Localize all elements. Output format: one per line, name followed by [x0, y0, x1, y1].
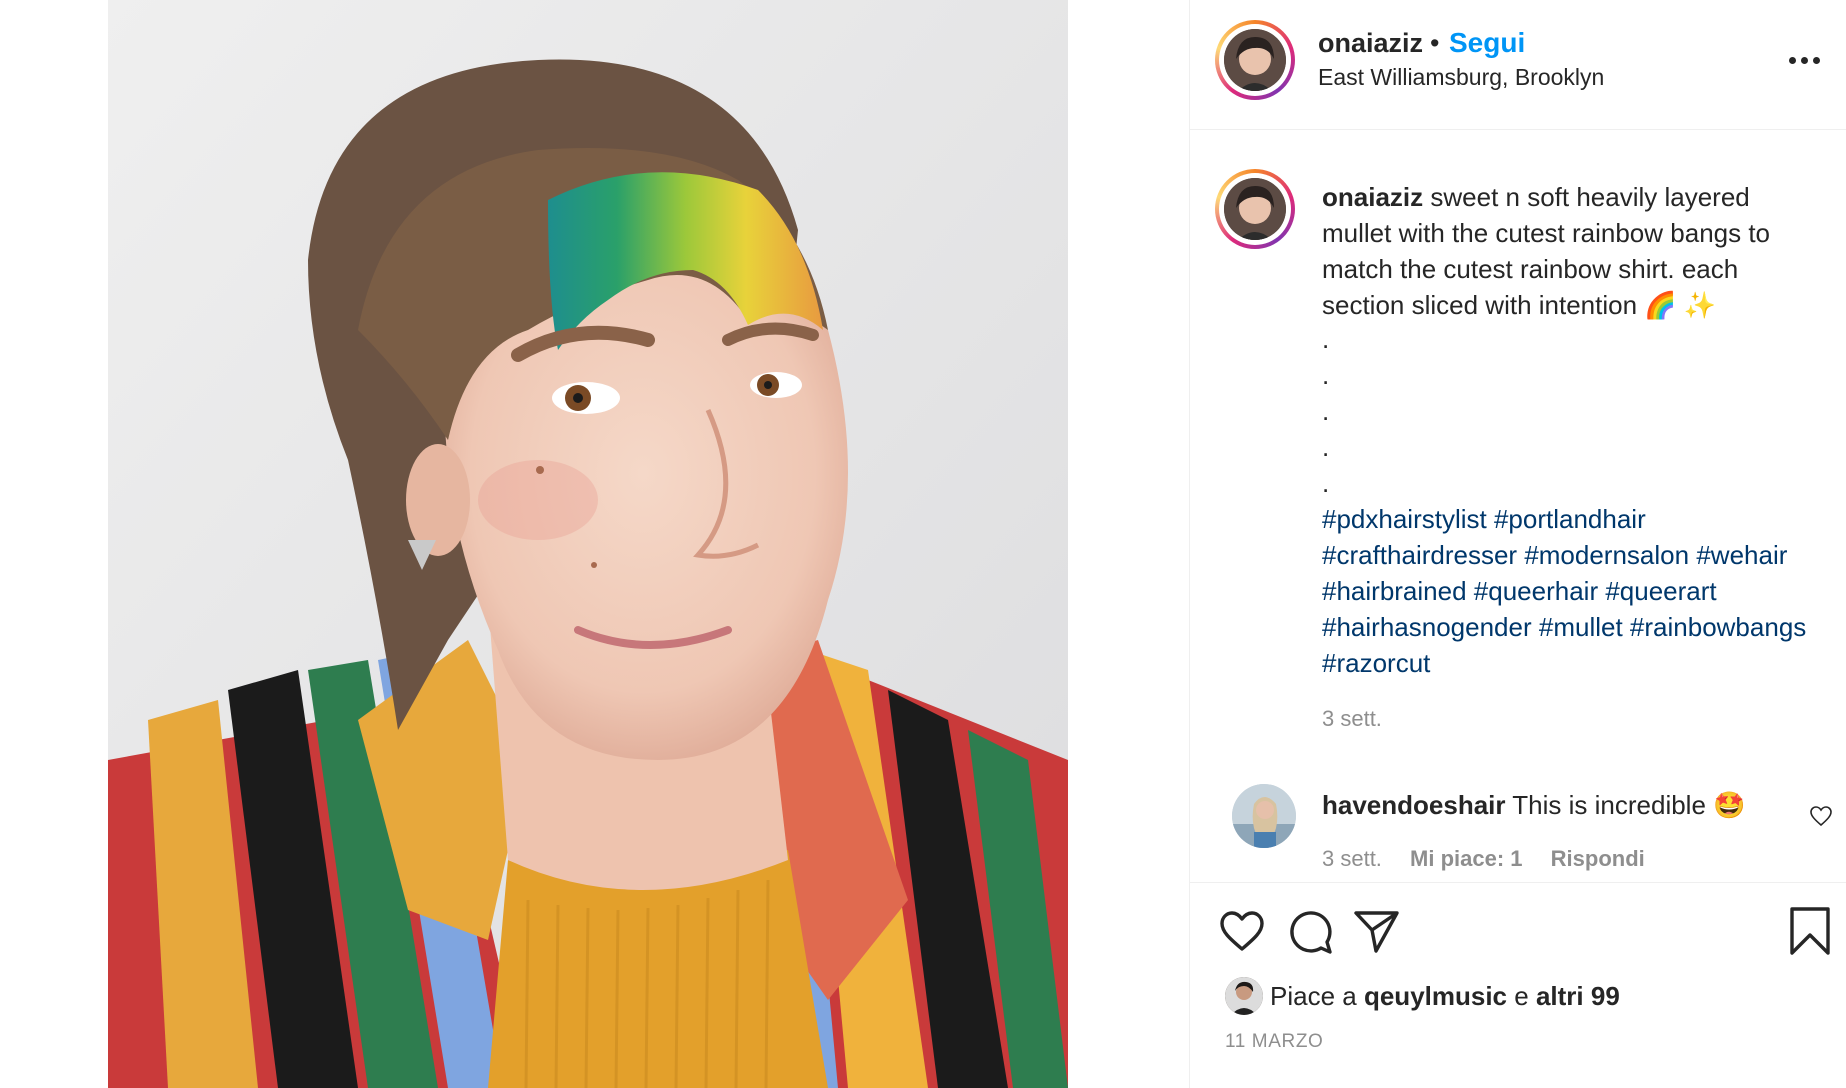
hashtag-link[interactable]: #queerart	[1605, 576, 1716, 606]
hashtag-link[interactable]: #modernsalon	[1524, 540, 1689, 570]
caption-timestamp[interactable]: 3 sett.	[1322, 706, 1382, 732]
paper-plane-icon[interactable]	[1350, 905, 1402, 957]
likes-others[interactable]: altri 99	[1536, 981, 1620, 1011]
hashtag-link[interactable]: #pdxhairstylist	[1322, 504, 1487, 534]
more-dots-icon[interactable]	[1785, 40, 1825, 80]
caption-text: onaiaziz sweet n soft heavily layered mu…	[1322, 179, 1822, 323]
hashtag-link[interactable]: #hairbrained	[1322, 576, 1467, 606]
hashtag-link[interactable]: #crafthairdresser	[1322, 540, 1517, 570]
hashtag-link[interactable]: #hairhasnogender	[1322, 612, 1532, 642]
hashtag-link[interactable]: #rainbowbangs	[1630, 612, 1806, 642]
separator-dot: •	[1430, 28, 1440, 58]
caption-dot: .	[1322, 468, 1330, 498]
author-avatar[interactable]	[1215, 20, 1295, 100]
post-photo-illustration	[108, 0, 1068, 1088]
reply-button[interactable]: Rispondi	[1551, 846, 1645, 871]
hashtag-link[interactable]: #mullet	[1539, 612, 1623, 642]
caption-dot: .	[1322, 324, 1330, 354]
caption-dots: . . . . .	[1322, 321, 1329, 501]
comment-timestamp[interactable]: 3 sett.	[1322, 846, 1382, 871]
bookmark-icon[interactable]	[1784, 905, 1836, 957]
comment-icon[interactable]	[1284, 905, 1336, 957]
caption-avatar[interactable]	[1215, 169, 1295, 249]
liker-avatar[interactable]	[1225, 977, 1263, 1015]
liker-avatar-illustration	[1225, 977, 1263, 1015]
likes-text: Piace a qeuylmusic e altri 99	[1270, 981, 1620, 1012]
author-username[interactable]: onaiaziz	[1318, 28, 1423, 59]
likes-prefix: Piace a	[1270, 981, 1357, 1011]
author-avatar-illustration	[1224, 29, 1286, 91]
action-bar: Piace a qeuylmusic e altri 99 11 MARZO	[1190, 882, 1846, 1088]
post-date[interactable]: 11 MARZO	[1225, 1031, 1323, 1053]
hashtag-link[interactable]: #razorcut	[1322, 648, 1430, 678]
hashtag-link[interactable]: #wehair	[1696, 540, 1787, 570]
commenter-avatar[interactable]	[1232, 784, 1296, 848]
post-header: onaiaziz • Segui East Williamsburg, Broo…	[1190, 0, 1846, 130]
hashtag-link[interactable]: #queerhair	[1474, 576, 1598, 606]
caption-section: onaiaziz sweet n soft heavily layered mu…	[1190, 131, 1846, 881]
comment-meta: 3 sett. Mi piace: 1 Rispondi	[1322, 846, 1667, 872]
post-location[interactable]: East Williamsburg, Brooklyn	[1318, 64, 1604, 91]
comment-text: havendoeshair This is incredible 🤩	[1322, 787, 1822, 823]
comment-body: This is incredible 🤩	[1512, 790, 1746, 820]
hashtag-link[interactable]: #portlandhair	[1494, 504, 1646, 534]
hashtag-list: #pdxhairstylist #portlandhair #crafthair…	[1322, 501, 1832, 681]
caption-dot: .	[1322, 396, 1330, 426]
caption-dot: .	[1322, 432, 1330, 462]
caption-username[interactable]: onaiaziz	[1322, 182, 1423, 212]
comment-likes[interactable]: Mi piace: 1	[1410, 846, 1522, 871]
caption-dot: .	[1322, 360, 1330, 390]
caption-avatar-illustration	[1224, 178, 1286, 240]
likes-conjunction: e	[1514, 981, 1529, 1011]
commenter-avatar-illustration	[1232, 784, 1296, 848]
commenter-username[interactable]: havendoeshair	[1322, 790, 1506, 820]
post-photo[interactable]	[108, 0, 1068, 1088]
comment-heart-icon[interactable]	[1809, 804, 1833, 828]
follow-button[interactable]: Segui	[1449, 27, 1525, 59]
post-sidebar: onaiaziz • Segui East Williamsburg, Broo…	[1189, 0, 1846, 1088]
liker-username[interactable]: qeuylmusic	[1364, 981, 1507, 1011]
heart-icon[interactable]	[1216, 905, 1268, 957]
